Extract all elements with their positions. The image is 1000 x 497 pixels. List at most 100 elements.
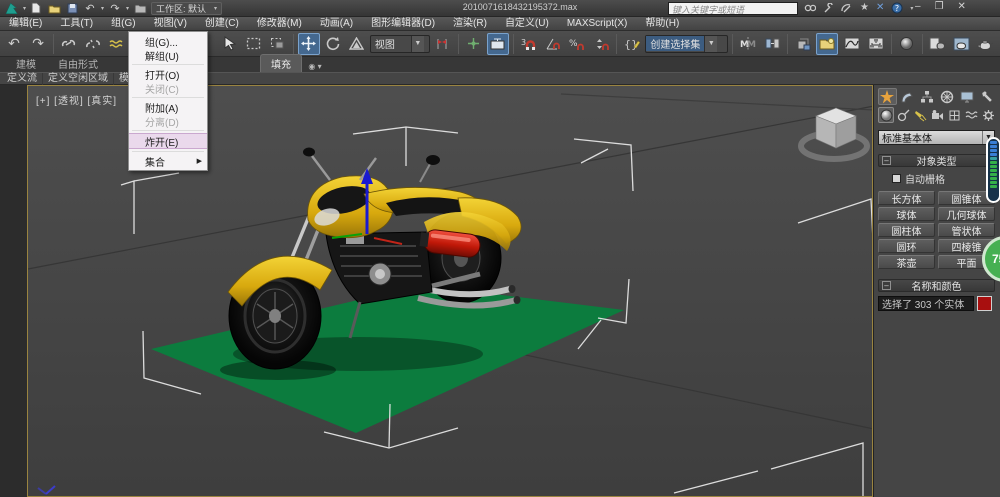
rendered-frame-icon[interactable] bbox=[951, 33, 973, 55]
menu-modifiers[interactable]: 修改器(M) bbox=[248, 17, 311, 31]
schematic-view-icon[interactable] bbox=[865, 33, 887, 55]
angle-snap-icon[interactable] bbox=[542, 33, 564, 55]
menu-customize[interactable]: 自定义(U) bbox=[496, 17, 558, 31]
motion-tab-icon[interactable] bbox=[938, 88, 957, 105]
workspace-selector[interactable]: 工作区: 默认 ▾ bbox=[151, 2, 222, 15]
search-icon[interactable] bbox=[804, 3, 816, 14]
menu-rendering[interactable]: 渲染(R) bbox=[444, 17, 496, 31]
layer-manager-icon[interactable] bbox=[792, 33, 814, 55]
menu-item-assembly[interactable]: 集合 ▶ bbox=[129, 154, 207, 168]
menu-create[interactable]: 创建(C) bbox=[196, 17, 248, 31]
ribbon-tool-define-flow[interactable]: 定义流 bbox=[2, 73, 43, 85]
tube-button[interactable]: 管状体 bbox=[938, 223, 995, 237]
menu-edit[interactable]: 编辑(E) bbox=[0, 17, 51, 31]
menu-item-group[interactable]: 组(G)... bbox=[129, 34, 207, 48]
keyboard-override-icon[interactable] bbox=[487, 33, 509, 55]
undo-scene-icon[interactable]: ↶ bbox=[3, 33, 25, 55]
space-warps-icon[interactable] bbox=[963, 107, 979, 123]
open-file-icon[interactable] bbox=[47, 2, 61, 14]
menu-item-explode[interactable]: 炸开(E) bbox=[129, 133, 207, 149]
systems-icon[interactable] bbox=[980, 107, 996, 123]
redo-icon[interactable]: ↷ bbox=[108, 2, 122, 14]
select-scale-icon[interactable] bbox=[346, 33, 368, 55]
help-icon[interactable]: ? bbox=[891, 2, 903, 14]
bind-spacewarp-icon[interactable] bbox=[106, 33, 128, 55]
graphite-ribbon-toggle-icon[interactable] bbox=[816, 33, 838, 55]
viewport-label[interactable]: [+] [透视] [真实] bbox=[36, 92, 117, 107]
exchange-icon[interactable]: ✕ bbox=[876, 1, 884, 15]
communication-icon[interactable] bbox=[841, 3, 853, 14]
window-crossing-icon[interactable] bbox=[266, 33, 288, 55]
menu-item-attach[interactable]: 附加(A) bbox=[129, 100, 207, 114]
ribbon-tab-populate[interactable]: 填充 bbox=[260, 54, 302, 72]
render-icon[interactable] bbox=[975, 33, 997, 55]
select-object-icon[interactable] bbox=[218, 33, 240, 55]
menu-item-ungroup[interactable]: 解组(U) bbox=[129, 48, 207, 62]
sphere-button[interactable]: 球体 bbox=[878, 207, 935, 221]
select-link-icon[interactable] bbox=[58, 33, 80, 55]
use-pivot-center-icon[interactable] bbox=[432, 33, 454, 55]
save-icon[interactable] bbox=[65, 2, 79, 14]
object-type-rollout-header[interactable]: – 对象类型 bbox=[878, 154, 995, 167]
object-name-field[interactable]: 选择了 303 个实体 bbox=[878, 296, 974, 311]
percent-snap-icon[interactable]: % bbox=[566, 33, 588, 55]
autogrid-checkbox[interactable] bbox=[892, 174, 901, 183]
restore-button[interactable]: ❐ bbox=[935, 1, 944, 12]
create-tab-icon[interactable] bbox=[878, 88, 897, 105]
select-move-icon[interactable] bbox=[298, 33, 320, 55]
spinner-snap-icon[interactable] bbox=[590, 33, 612, 55]
ribbon-tab-freeform[interactable]: 自由形式 bbox=[48, 55, 108, 72]
object-color-swatch[interactable] bbox=[977, 296, 992, 311]
utilities-tab-icon[interactable] bbox=[977, 88, 996, 105]
curve-editor-icon[interactable] bbox=[840, 33, 862, 55]
redo-scene-icon[interactable]: ↷ bbox=[27, 33, 49, 55]
reference-coordinate-dropdown[interactable]: 视图 ▼ bbox=[370, 35, 430, 53]
menu-item-open[interactable]: 打开(O) bbox=[129, 67, 207, 81]
box-button[interactable]: 长方体 bbox=[878, 191, 935, 205]
snap-toggle-3d-icon[interactable]: 3 bbox=[518, 33, 540, 55]
mirror-icon[interactable]: MM bbox=[737, 33, 759, 55]
rectangular-selection-icon[interactable] bbox=[242, 33, 264, 55]
minimize-button[interactable]: – bbox=[915, 1, 921, 12]
geosphere-button[interactable]: 几何球体 bbox=[938, 207, 995, 221]
shapes-icon[interactable] bbox=[895, 107, 911, 123]
display-tab-icon[interactable] bbox=[957, 88, 976, 105]
select-manipulate-icon[interactable] bbox=[463, 33, 485, 55]
select-rotate-icon[interactable] bbox=[322, 33, 344, 55]
helpers-icon[interactable] bbox=[946, 107, 962, 123]
menu-animation[interactable]: 动画(A) bbox=[311, 17, 362, 31]
menu-maxscript[interactable]: MAXScript(X) bbox=[558, 17, 637, 31]
teapot-button[interactable]: 茶壶 bbox=[878, 255, 935, 269]
edit-named-selections-icon[interactable]: {} bbox=[621, 33, 643, 55]
app-logo-icon[interactable]: ▾ bbox=[4, 2, 26, 15]
menu-tools[interactable]: 工具(T) bbox=[51, 17, 102, 31]
torus-button[interactable]: 圆环 bbox=[878, 239, 935, 253]
material-editor-icon[interactable] bbox=[896, 33, 918, 55]
primitive-category-dropdown[interactable]: 标准基本体 ▼ bbox=[878, 130, 995, 145]
align-icon[interactable] bbox=[761, 33, 783, 55]
project-folder-icon[interactable] bbox=[133, 2, 147, 14]
menu-graph-editors[interactable]: 图形编辑器(D) bbox=[362, 17, 444, 31]
modify-tab-icon[interactable] bbox=[898, 88, 917, 105]
ribbon-tab-modeling[interactable]: 建模 bbox=[6, 55, 46, 72]
undo-icon[interactable]: ↶ bbox=[83, 2, 97, 14]
unlink-icon[interactable] bbox=[82, 33, 104, 55]
subscription-icon[interactable] bbox=[823, 3, 834, 14]
menu-group[interactable]: 组(G) bbox=[102, 17, 144, 31]
viewcube[interactable] bbox=[801, 108, 867, 159]
infocenter-search-input[interactable]: 键入关键字或短语 bbox=[668, 2, 798, 15]
new-file-icon[interactable] bbox=[29, 2, 43, 14]
close-button[interactable]: ✕ bbox=[958, 1, 966, 12]
favorites-icon[interactable]: ★ bbox=[860, 1, 869, 15]
render-setup-icon[interactable] bbox=[927, 33, 949, 55]
menu-views[interactable]: 视图(V) bbox=[145, 17, 196, 31]
name-color-rollout-header[interactable]: – 名称和颜色 bbox=[878, 279, 995, 292]
hierarchy-tab-icon[interactable] bbox=[918, 88, 937, 105]
menu-help[interactable]: 帮助(H) bbox=[636, 17, 688, 31]
cylinder-button[interactable]: 圆柱体 bbox=[878, 223, 935, 237]
lights-icon[interactable] bbox=[912, 107, 928, 123]
cameras-icon[interactable] bbox=[929, 107, 945, 123]
ribbon-tool-define-idle-area[interactable]: 定义空闲区域 bbox=[43, 73, 114, 85]
geometry-icon[interactable] bbox=[878, 107, 894, 123]
named-selection-dropdown[interactable]: 创建选择集 ▼ bbox=[645, 35, 728, 53]
